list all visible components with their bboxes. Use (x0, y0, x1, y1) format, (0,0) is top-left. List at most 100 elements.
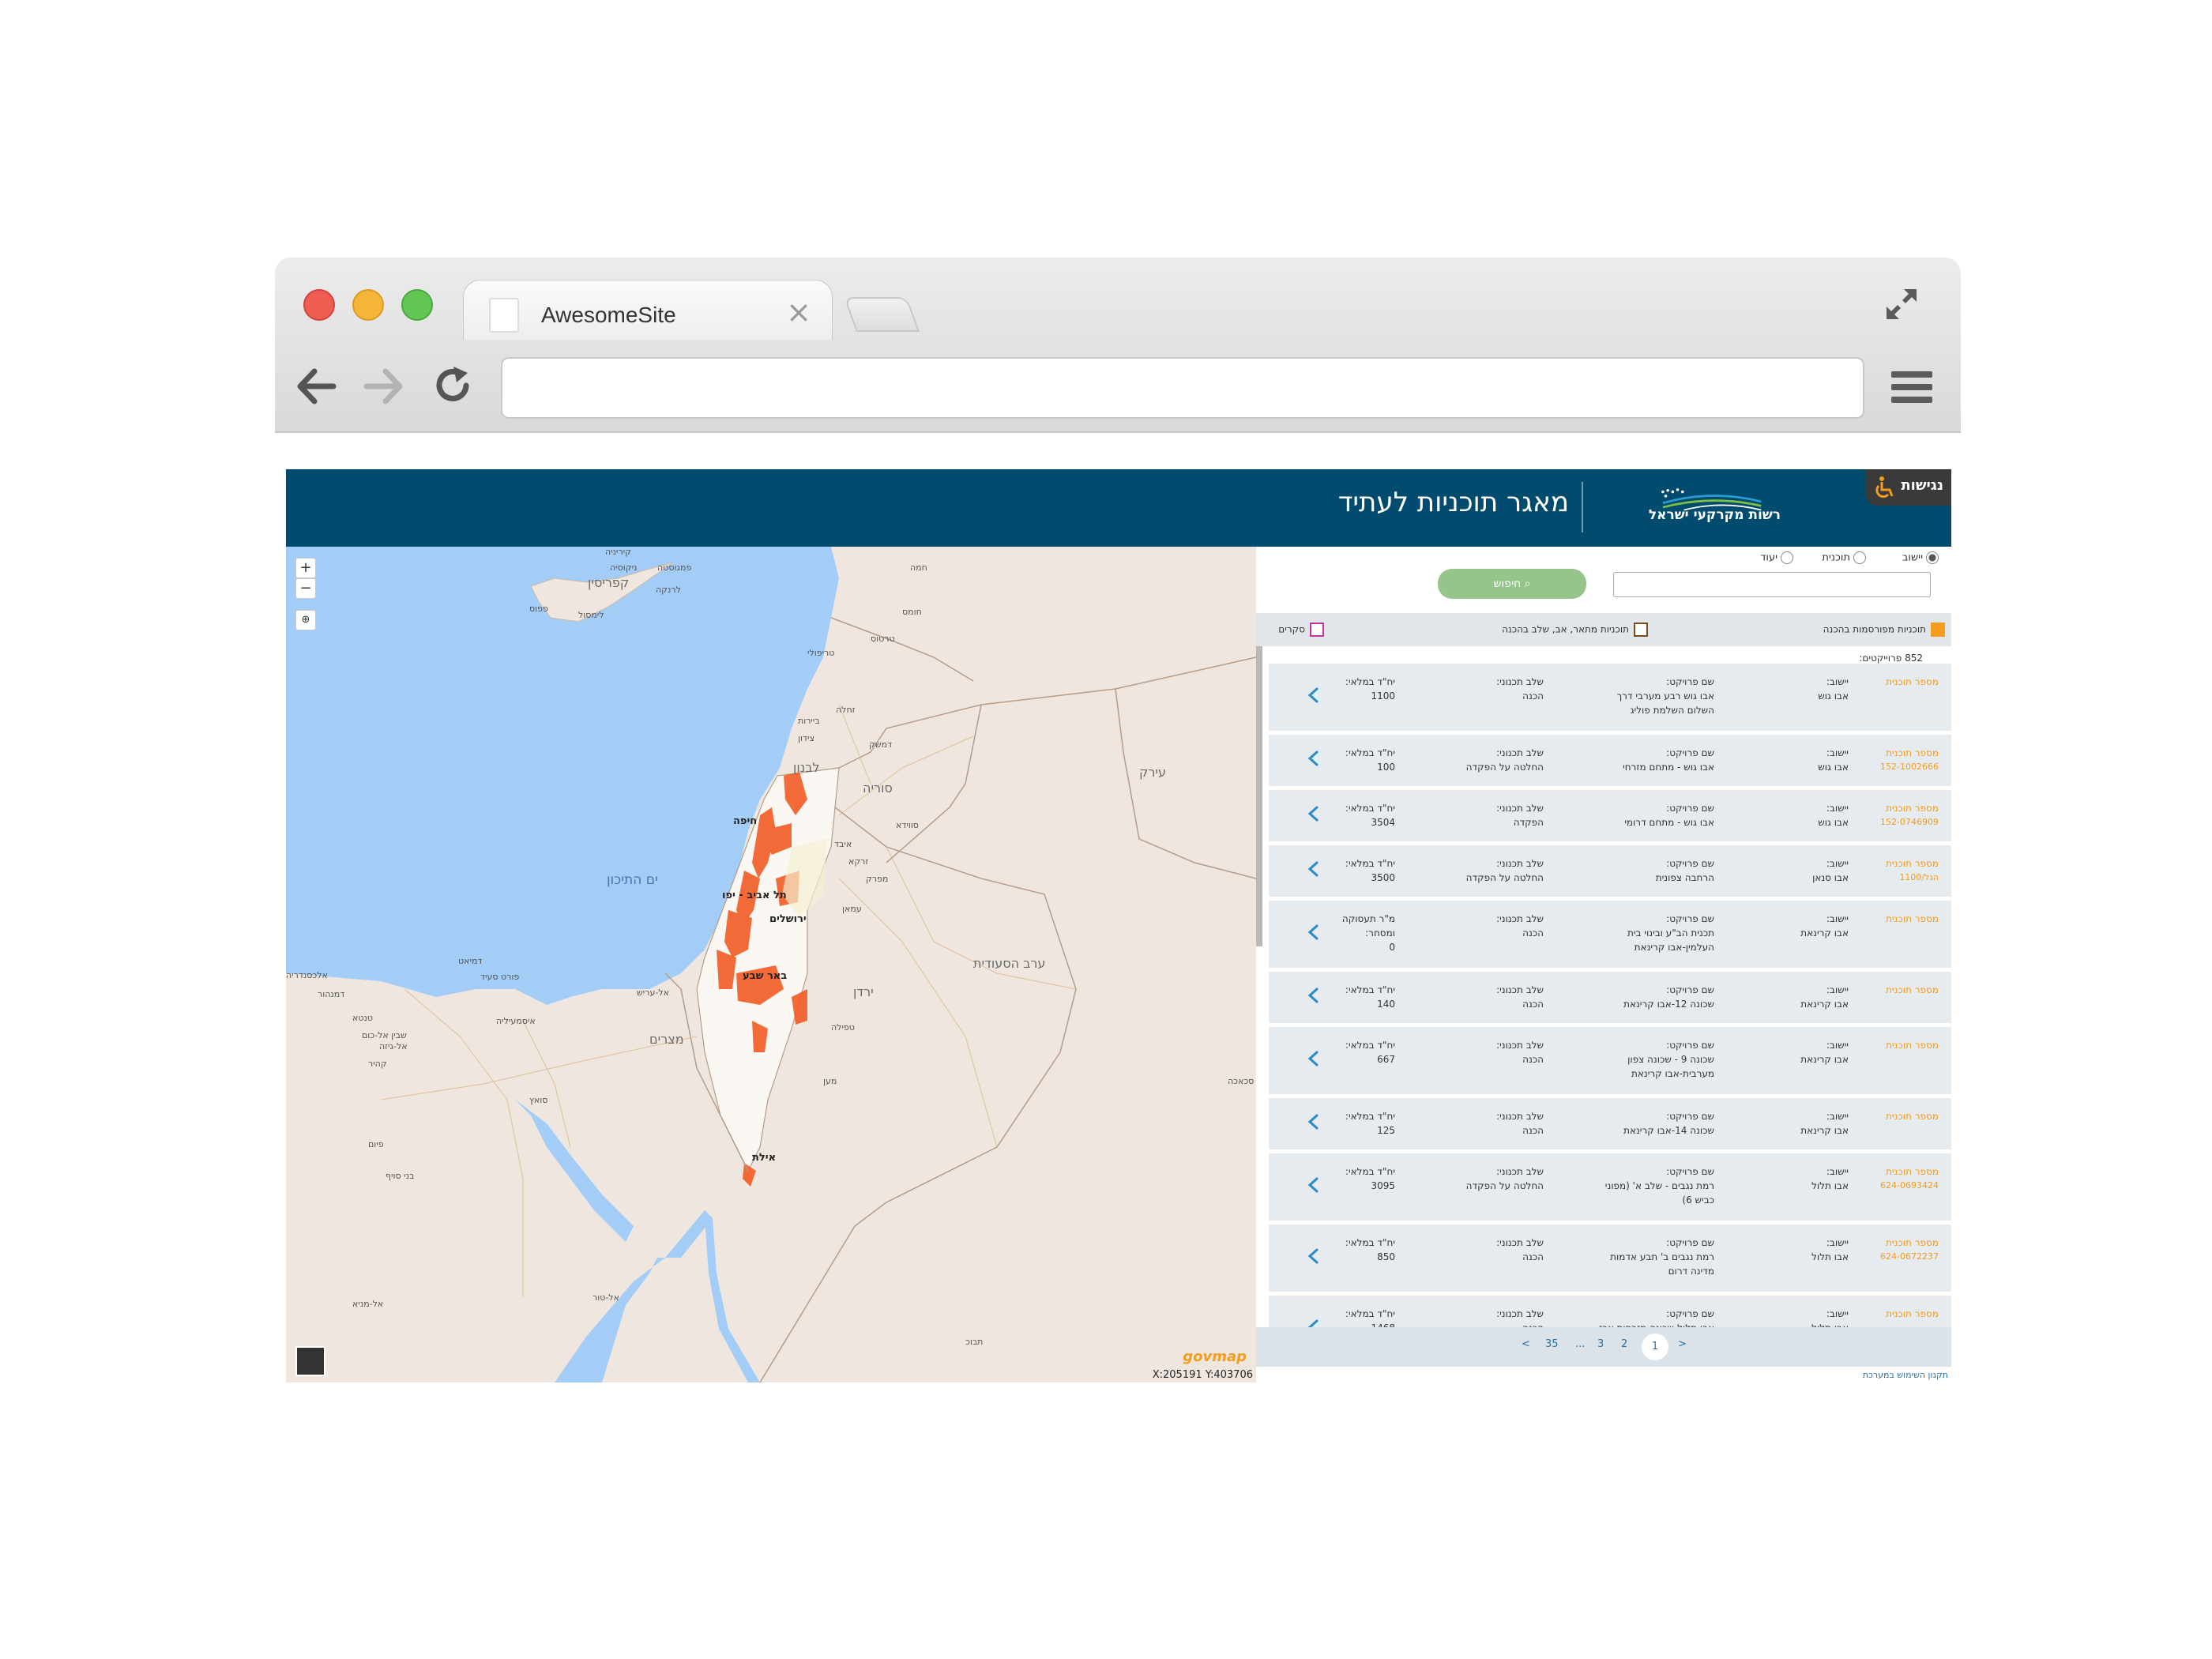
units-value: 140 (1377, 999, 1395, 1010)
map-label: פפוס (529, 604, 548, 614)
new-tab-button[interactable] (843, 297, 920, 332)
fullscreen-icon[interactable] (1882, 284, 1921, 324)
page-next[interactable]: > (1678, 1338, 1687, 1350)
stage-label: שלב תכנוני: (1496, 676, 1544, 687)
map-label: לרנקה (656, 585, 681, 595)
search-icon: ⌕ (1521, 577, 1531, 590)
result-row[interactable]: מספר תוכנית הגל/1100 יישוב: אבו סנאן שם פרוי… (1269, 845, 1951, 901)
chevron-left-icon[interactable] (1305, 1113, 1322, 1130)
close-window-button[interactable] (303, 289, 335, 321)
stage-value: הכנה (1522, 690, 1544, 702)
results-count: 852 פרוייקטים: (1859, 653, 1923, 664)
result-row[interactable]: מספר תוכנית 152-1002666 יישוב: אבו גוש שם פר… (1269, 735, 1951, 790)
result-row[interactable]: מספר תוכנית יישוב: אבו קרינאת שם פרויקט: שכו… (1269, 1027, 1951, 1098)
zoom-in-button[interactable]: + (295, 558, 316, 578)
result-row[interactable]: מספר תוכנית 624-0693424 יישוב: אבו תלול שם פ… (1269, 1153, 1951, 1224)
project-label: שם פרויקט: (1666, 747, 1714, 758)
chevron-left-icon[interactable] (1305, 987, 1322, 1004)
project-label: שם פרויקט: (1666, 1040, 1714, 1051)
chevron-left-icon[interactable] (1305, 1176, 1322, 1194)
radio-plan[interactable]: תוכנית (1822, 551, 1866, 564)
stage-label: שלב תכנוני: (1496, 984, 1544, 995)
map-view[interactable]: קיריניה ניקוסיה קפריסין לרנקה לימסול פפו… (286, 547, 1256, 1382)
minimize-window-button[interactable] (352, 289, 384, 321)
hamburger-menu-icon[interactable] (1891, 371, 1932, 404)
radio-settlement[interactable]: יישוב (1902, 551, 1939, 564)
stage-label: שלב תכנוני: (1496, 1237, 1544, 1248)
result-row[interactable]: מספר תוכנית יישוב: אבו קרינאת שם פרויקט: תכנ… (1269, 901, 1951, 972)
zoom-out-button[interactable]: − (295, 578, 316, 599)
chevron-left-icon[interactable] (1305, 860, 1322, 878)
search-button[interactable]: ⌕ חיפוש (1438, 569, 1586, 599)
stage-value: הכנה (1522, 1125, 1544, 1136)
stage-value: הכנה (1522, 1054, 1544, 1065)
terms-link[interactable]: תקנון השימוש במערכת (1863, 1370, 1948, 1380)
chevron-left-icon[interactable] (1305, 750, 1322, 767)
chevron-left-icon[interactable] (1305, 805, 1322, 822)
site-header: מאגר תוכניות לעתיד רשות מקרקעי ישראל נגי… (286, 469, 1951, 547)
result-row[interactable]: מספר תוכנית יישוב: אבו קרינאת שם פרויקט: שכו… (1269, 1098, 1951, 1153)
settlement-value: אבו תלול (1811, 1251, 1849, 1262)
address-bar[interactable] (501, 357, 1864, 419)
stage-value: הכנה (1522, 999, 1544, 1010)
result-row[interactable]: מספר תוכנית 152-0746909 יישוב: אבו גוש שם פר… (1269, 790, 1951, 845)
settlement-value: אבו קרינאת (1800, 1125, 1849, 1136)
chevron-left-icon[interactable] (1305, 687, 1322, 704)
map-label: ביירות (798, 716, 820, 726)
map-label: פיום (368, 1139, 384, 1149)
header-divider (1582, 482, 1583, 532)
chevron-left-icon[interactable] (1305, 924, 1322, 941)
page-prev[interactable]: < (1522, 1338, 1530, 1350)
chevron-left-icon[interactable] (1305, 1247, 1322, 1265)
settlement-value: אבו קרינאת (1800, 999, 1849, 1010)
project-value: שכונה 14-אבו קרינאת (1623, 1125, 1714, 1136)
map-label: תבוכ (965, 1337, 984, 1347)
result-row[interactable]: מספר תוכנית יישוב: אבו תלול שם פרויקט: אבו ת… (1269, 1296, 1951, 1327)
scrollbar[interactable] (1256, 646, 1262, 946)
map-label: פמגוסטה (657, 562, 692, 573)
units-label: מ"ר תעסוקה ומסחר: (1341, 913, 1395, 939)
units-value: 667 (1377, 1054, 1395, 1065)
forward-icon[interactable] (363, 368, 403, 404)
result-row[interactable]: מספר תוכנית יישוב: אבו קרינאת שם פרויקט: שכו… (1269, 972, 1951, 1027)
result-row[interactable]: מספר תוכנית יישוב: אבו גוש שם פרויקט: אבו גו… (1269, 664, 1951, 735)
search-input[interactable] (1613, 572, 1931, 597)
master-plans-checkbox[interactable]: תוכניות מתאר, אב, שלב בהכנה (1502, 623, 1648, 637)
radio-designation[interactable]: יעוד (1760, 551, 1793, 564)
page-link[interactable]: 2 (1621, 1338, 1627, 1350)
back-icon[interactable] (297, 368, 337, 404)
page-link[interactable]: 3 (1597, 1338, 1604, 1350)
reload-icon[interactable] (433, 365, 472, 406)
project-label: שם פרויקט: (1666, 1166, 1714, 1177)
plan-number-value: 152-0746909 (1880, 817, 1939, 827)
basemap-toggle-icon[interactable] (295, 1346, 325, 1376)
page-current[interactable]: 1 (1642, 1334, 1668, 1360)
map-label: לבנון (793, 760, 820, 775)
surveys-checkbox[interactable]: סקרים (1278, 623, 1324, 637)
maximize-window-button[interactable] (401, 289, 433, 321)
plan-number-label: מספר תוכנית (1886, 1237, 1939, 1248)
units-value: 3500 (1371, 872, 1395, 883)
settlement-label: יישוב: (1826, 1111, 1849, 1122)
map-label: אל-גיזה (379, 1041, 408, 1051)
project-value: רמת נגבים - שלב א' (מפוני כביש 6) (1604, 1180, 1714, 1206)
plan-number-value: 152-1002666 (1880, 762, 1939, 772)
project-label: שם פרויקט: (1666, 1308, 1714, 1319)
chevron-left-icon[interactable] (1305, 1050, 1322, 1067)
zoom-extent-icon[interactable]: ⊕ (295, 610, 316, 630)
published-plans-checkbox[interactable]: תוכניות מפורסמות בהכנה (1823, 623, 1945, 637)
units-value: 850 (1377, 1251, 1395, 1262)
accessibility-button[interactable]: נגישות (1866, 469, 1951, 506)
map-label: תל אביב - יפו (722, 890, 787, 901)
stage-value: החלטה על הפקדה (1465, 762, 1544, 773)
page-link[interactable]: 35 (1545, 1338, 1559, 1350)
result-row[interactable]: מספר תוכנית 624-0672237 יישוב: אבו תלול שם פ… (1269, 1224, 1951, 1296)
project-value: שכונה 9 - שכונה צפון מערבית-אבו קרינאת (1627, 1054, 1714, 1079)
map-label: מצרים (649, 1032, 684, 1047)
tab-close-icon[interactable]: × (786, 295, 811, 329)
chevron-left-icon[interactable] (1305, 1319, 1322, 1327)
plan-number-label: מספר תוכנית (1886, 747, 1939, 758)
units-label: יח"ד במלאי: (1345, 1040, 1395, 1051)
project-value: אבו גוש רבע מערבי דרך השלום השלמת פוליג (1616, 690, 1714, 716)
browser-tab[interactable]: AwesomeSite × (463, 280, 833, 340)
